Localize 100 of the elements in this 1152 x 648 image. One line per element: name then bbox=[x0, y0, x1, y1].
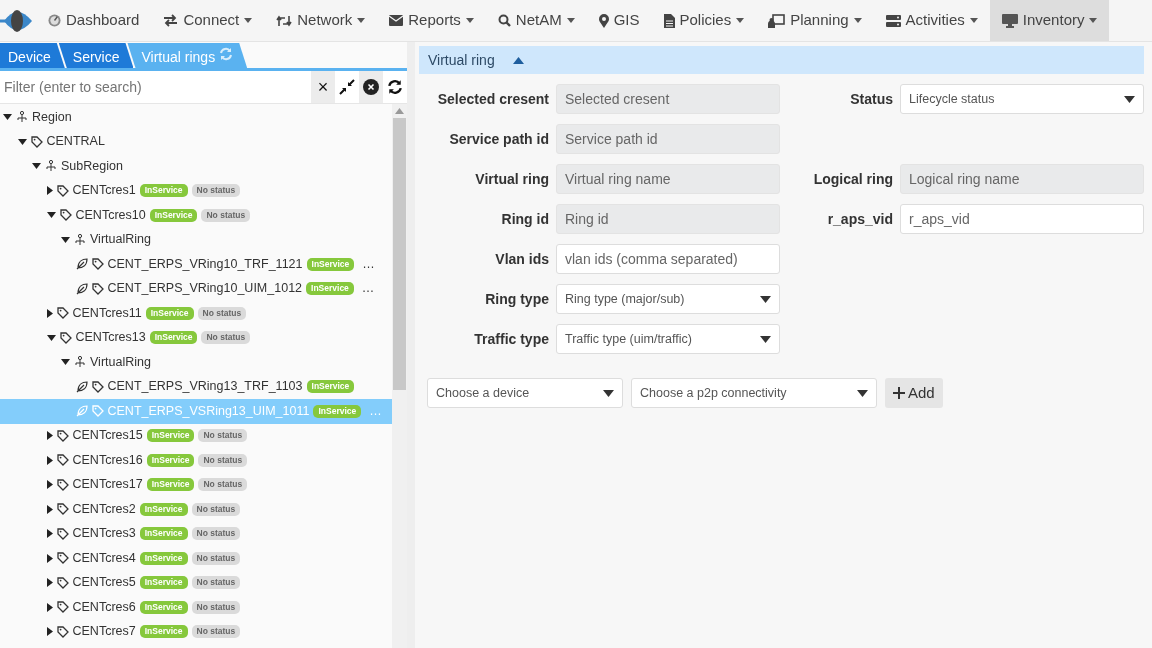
device-select[interactable]: Choose a device bbox=[427, 378, 623, 408]
exchange-icon bbox=[163, 14, 179, 27]
status-badge: InService bbox=[146, 478, 195, 492]
input-field[interactable]: Ring id bbox=[556, 204, 780, 234]
tag-icon bbox=[91, 282, 104, 295]
tree-item[interactable]: CENTcres5 InService No status bbox=[0, 570, 393, 595]
filter-field[interactable]: Filter (enter to search) bbox=[0, 71, 312, 103]
tree-label: CENT_ERPS_VRing13_TRF_1103 bbox=[107, 378, 303, 396]
more-indicator: … bbox=[369, 402, 382, 420]
tree-item[interactable]: CENTcres6 InService No status bbox=[0, 595, 393, 620]
tag-icon bbox=[56, 576, 69, 589]
tree-item[interactable]: CENT_ERPS_VRing13_TRF_1103 InService bbox=[0, 374, 393, 399]
tree-item[interactable]: CENTcres4 InService No status bbox=[0, 546, 393, 571]
status-badge: No status bbox=[198, 478, 248, 492]
gauge-icon bbox=[48, 14, 61, 27]
status-badge: No status bbox=[201, 331, 251, 345]
nav-menu-item[interactable]: Planning bbox=[756, 0, 874, 41]
tag-icon bbox=[59, 209, 72, 222]
tab[interactable]: Service bbox=[58, 43, 134, 68]
add-button[interactable]: Add bbox=[885, 378, 943, 408]
tag-icon bbox=[91, 258, 104, 271]
field-label: Virtual ring bbox=[474, 169, 549, 189]
status-badge: No status bbox=[191, 527, 241, 541]
nav-menu-item[interactable]: GIS bbox=[586, 0, 652, 41]
caret-icon bbox=[857, 389, 868, 397]
status-badge: No status bbox=[191, 625, 241, 639]
nav-menu-item[interactable]: Inventory bbox=[989, 0, 1110, 41]
panel-header[interactable]: Virtual ring bbox=[419, 46, 1144, 74]
tree-item[interactable]: CENTcres10 InService No status bbox=[0, 203, 393, 228]
select-field[interactable]: Ring type (major/sub) bbox=[556, 284, 780, 314]
status-badge: InService bbox=[139, 576, 188, 590]
tag-icon bbox=[56, 601, 69, 614]
tree-item[interactable]: SubRegion bbox=[0, 154, 393, 179]
nav-menu-item[interactable]: Dashboard bbox=[36, 0, 152, 41]
tree-item[interactable]: CENTcres2 InService No status bbox=[0, 497, 393, 522]
presentation-icon bbox=[768, 13, 786, 28]
field-label: Service path id bbox=[448, 129, 549, 149]
document-icon bbox=[663, 13, 675, 28]
status-badge: InService bbox=[139, 527, 188, 541]
field-label: Ring type bbox=[484, 289, 549, 309]
tree-item[interactable]: CENTcres15 InService No status bbox=[0, 423, 393, 448]
nav-menu-item[interactable]: Network bbox=[264, 0, 378, 41]
status-badge: InService bbox=[145, 306, 194, 320]
nav-menu-item[interactable]: Connect bbox=[151, 0, 265, 41]
tree-item[interactable]: CENTcres3 InService No status bbox=[0, 521, 393, 546]
tree-label: CENTcres10 bbox=[75, 206, 146, 224]
input-field[interactable]: vlan ids (comma separated) bbox=[556, 244, 780, 274]
status-badge: InService bbox=[139, 184, 188, 198]
nav-menu-item[interactable]: Reports bbox=[377, 0, 486, 41]
tree-label: CENTcres13 bbox=[75, 329, 146, 347]
tree-item[interactable]: CENTcres7 InService No status bbox=[0, 619, 393, 644]
tree-item[interactable]: CENTcres1 InService No status bbox=[0, 178, 393, 203]
tree-label: CENTcres5 bbox=[72, 574, 136, 592]
tree-label: CENTcres1 bbox=[72, 182, 136, 200]
tree-item[interactable]: CENTRAL bbox=[0, 129, 393, 154]
tag-icon bbox=[56, 454, 69, 467]
tree-item[interactable]: CENTcres16 InService No status bbox=[0, 448, 393, 473]
select-field[interactable]: Traffic type (uim/traffic) bbox=[556, 324, 780, 354]
more-indicator: … bbox=[362, 255, 375, 273]
tree-label: CENTcres15 bbox=[72, 427, 143, 445]
status-badge: InService bbox=[306, 380, 355, 394]
tree-item[interactable]: VirtualRing bbox=[0, 350, 393, 375]
tree-item[interactable]: Region bbox=[0, 105, 393, 130]
status-badge: InService bbox=[149, 208, 198, 222]
input-field[interactable]: Selected cresent bbox=[556, 84, 780, 114]
tree-item[interactable]: CENTcres11 InService No status bbox=[0, 301, 393, 326]
connectivity-select[interactable]: Choose a p2p connectivity bbox=[631, 378, 877, 408]
status-badge: No status bbox=[191, 600, 241, 614]
select-field[interactable]: Lifecycle status bbox=[900, 84, 1144, 114]
search-icon bbox=[497, 14, 511, 27]
refresh-button[interactable] bbox=[383, 71, 408, 103]
tab[interactable]: Device bbox=[0, 43, 65, 68]
field-label: Logical ring bbox=[812, 169, 893, 189]
tree-item[interactable]: CENTcres13 InService No status bbox=[0, 325, 393, 350]
input-field[interactable]: Logical ring name bbox=[900, 164, 1144, 194]
tag-icon bbox=[91, 380, 104, 393]
tree-label: CENT_ERPS_VRing10_TRF_1121 bbox=[107, 255, 303, 273]
collapse-button[interactable] bbox=[335, 71, 360, 103]
input-field[interactable]: Service path id bbox=[556, 124, 780, 154]
field-label: Vlan ids bbox=[494, 249, 549, 269]
remove-button[interactable] bbox=[359, 71, 384, 103]
status-badge: No status bbox=[197, 306, 247, 320]
scrollbar[interactable] bbox=[392, 104, 408, 648]
refresh-icon bbox=[219, 47, 234, 61]
tree-item[interactable]: CENT_ERPS_VRing10_TRF_1121 InService … bbox=[0, 252, 393, 277]
input-field[interactable]: r_aps_vid bbox=[900, 204, 1144, 234]
sitemap-icon bbox=[74, 356, 86, 369]
tree-item[interactable]: CENTcres17 InService No status bbox=[0, 472, 393, 497]
field-label: Selected cresent bbox=[436, 89, 549, 109]
status-badge: InService bbox=[139, 502, 188, 516]
nav-menu-item[interactable]: Policies bbox=[651, 0, 757, 41]
input-field[interactable]: Virtual ring name bbox=[556, 164, 780, 194]
collapse-caret-icon bbox=[512, 56, 524, 64]
tree-item[interactable]: CENT_ERPS_VRing10_UIM_1012 InService … bbox=[0, 276, 393, 301]
tree-item[interactable]: VirtualRing bbox=[0, 227, 393, 252]
tree-label: CENTcres6 bbox=[72, 598, 136, 616]
caret-icon bbox=[1124, 95, 1135, 103]
nav-menu-item[interactable]: NetAM bbox=[485, 0, 587, 41]
clear-button[interactable]: × bbox=[311, 71, 336, 103]
nav-menu-item[interactable]: Activities bbox=[873, 0, 990, 41]
